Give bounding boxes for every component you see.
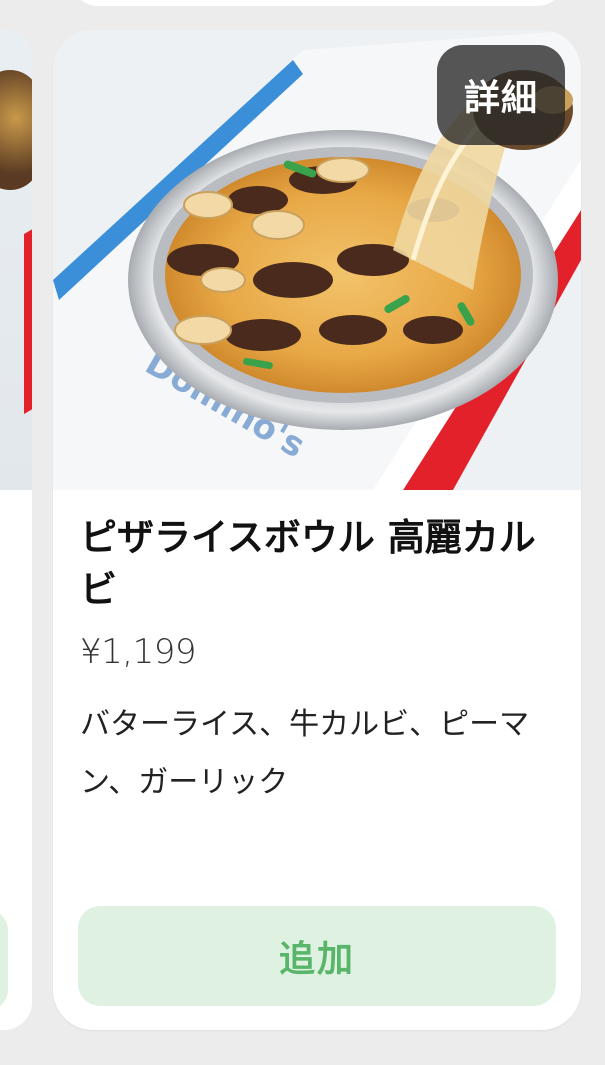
adjacent-menu-card[interactable] bbox=[0, 30, 32, 1030]
detail-button[interactable]: 詳細 bbox=[437, 45, 565, 145]
product-price: ¥1,199 bbox=[80, 632, 196, 672]
previous-menu-card[interactable] bbox=[70, 0, 565, 6]
adjacent-product-image bbox=[0, 30, 32, 490]
menu-item-card[interactable]: Domino's bbox=[53, 30, 581, 1030]
add-to-cart-button[interactable]: 追加 bbox=[78, 906, 556, 1006]
product-description: バターライス、牛カルビ、ピーマン、ガーリック bbox=[80, 707, 530, 800]
product-name: ピザライスボウル 高麗カルビ bbox=[80, 516, 536, 611]
adjacent-add-button[interactable] bbox=[0, 910, 8, 1010]
menu-grid: Domino's bbox=[0, 0, 605, 1065]
